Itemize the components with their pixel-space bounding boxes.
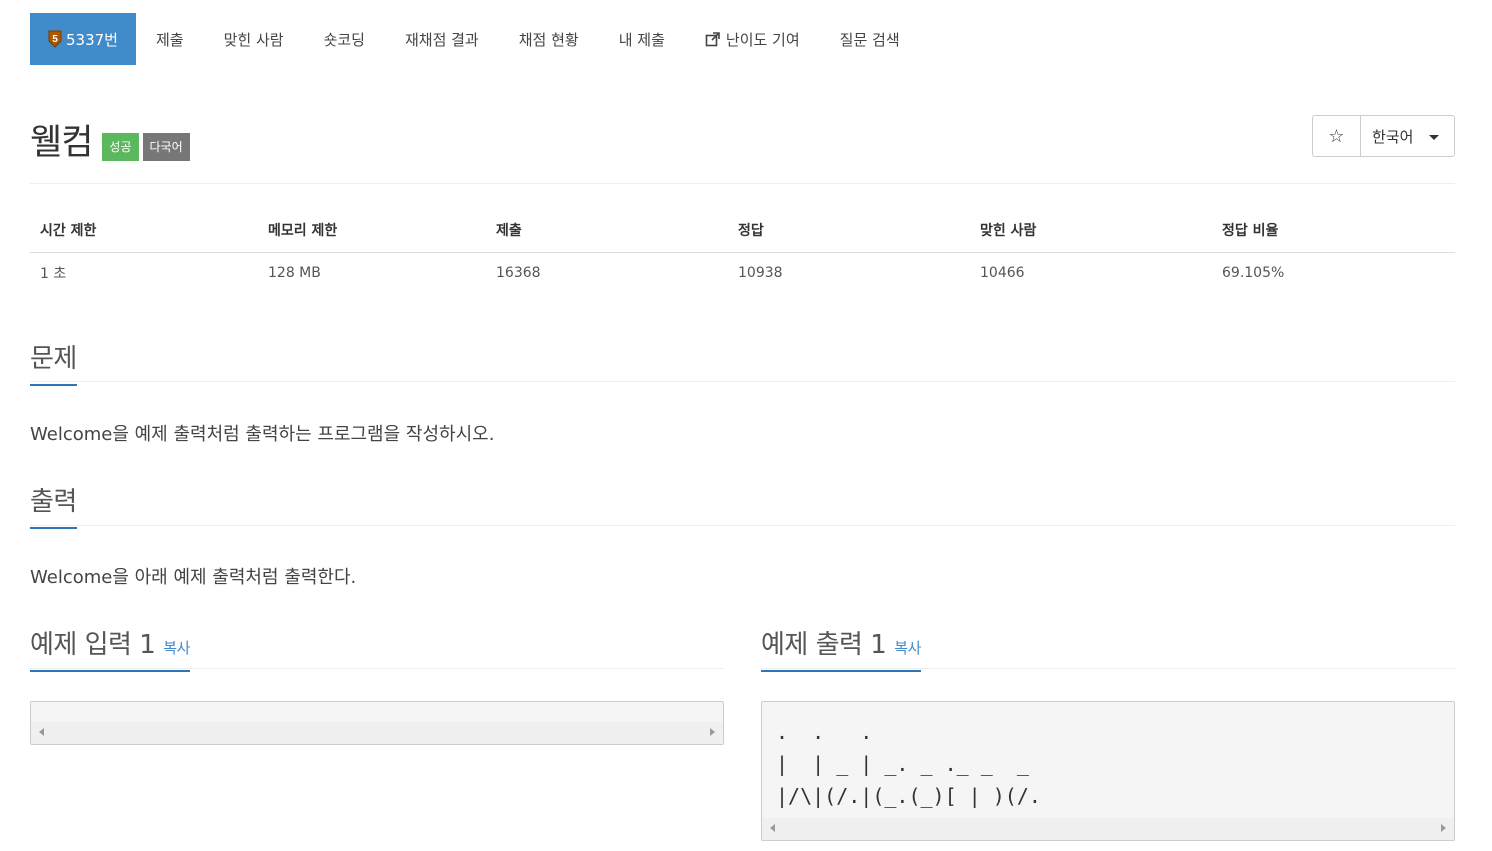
star-button[interactable]: ☆ xyxy=(1313,116,1361,156)
page-title: 웰컴 xyxy=(30,123,93,163)
caret-down-icon xyxy=(1429,134,1440,140)
problem-section-header: 문제 xyxy=(30,338,77,386)
table-header-row: 시간 제한 메모리 제한 제출 정답 맞힌 사람 정답 비율 xyxy=(30,208,1455,253)
value-time-limit: 1 초 xyxy=(40,266,67,283)
sample-input-heading: 예제 입력 1 복사 xyxy=(30,624,190,672)
tab-rejudge[interactable]: 재채점 결과 xyxy=(385,13,499,65)
tab-my-submissions[interactable]: 내 제출 xyxy=(599,13,685,65)
header-accept-ratio: 정답 비율 xyxy=(1212,208,1455,253)
problem-info-table: 시간 제한 메모리 제한 제출 정답 맞힌 사람 정답 비율 1 초 128 M… xyxy=(30,208,1455,294)
sample-output-header: 예제 출력 1 복사 xyxy=(761,624,921,672)
value-submissions: 16368 xyxy=(496,265,541,282)
value-accepted: 10938 xyxy=(738,265,783,282)
language-dropdown[interactable]: 한국어 xyxy=(1361,116,1454,156)
scroll-left-icon[interactable] xyxy=(770,824,775,832)
value-accept-ratio: 69.105% xyxy=(1222,265,1285,282)
sample-output-content: . . . | | _ | _. _ ._ _ _ |/\|(/.|(_.(_)… xyxy=(776,720,1041,808)
output-section-header: 출력 xyxy=(30,481,77,529)
language-label: 한국어 xyxy=(1372,127,1414,146)
section-divider xyxy=(30,525,1455,526)
value-memory-limit: 128 MB xyxy=(268,265,321,282)
tab-status[interactable]: 채점 현황 xyxy=(499,13,599,65)
status-badge-success: 성공 xyxy=(102,132,139,161)
value-solvers: 10466 xyxy=(980,265,1025,282)
header-submissions: 제출 xyxy=(486,208,728,253)
star-icon: ☆ xyxy=(1328,125,1345,147)
tier-bronze-icon: 5 xyxy=(48,30,62,48)
scroll-left-icon[interactable] xyxy=(39,728,44,736)
svg-text:5: 5 xyxy=(52,34,58,45)
header-solvers: 맞힌 사람 xyxy=(970,208,1212,253)
divider xyxy=(30,183,1455,184)
header-accepted: 정답 xyxy=(728,208,970,253)
tab-problem-label: 5337번 xyxy=(66,30,118,49)
tab-difficulty-label: 난이도 기여 xyxy=(725,30,800,49)
tab-problem[interactable]: 5 5337번 xyxy=(30,13,136,65)
problem-description: Welcome을 예제 출력처럼 출력하는 프로그램을 작성하시오. xyxy=(30,424,495,445)
copy-input-link[interactable]: 복사 xyxy=(163,639,190,657)
copy-output-link[interactable]: 복사 xyxy=(894,639,921,657)
output-heading: 출력 xyxy=(30,481,77,529)
problem-nav: 5 5337번 제출 맞힌 사람 숏코딩 재채점 결과 채점 현황 내 제출 난… xyxy=(30,13,920,65)
tab-question-search[interactable]: 질문 검색 xyxy=(820,13,920,65)
scroll-right-icon[interactable] xyxy=(1441,824,1446,832)
external-link-icon xyxy=(705,31,721,47)
sample-output-title: 예제 출력 1 xyxy=(761,630,887,660)
sample-output-box: . . . | | _ | _. _ ._ _ _ |/\|(/.|(_.(_)… xyxy=(761,701,1455,841)
sample-input-content xyxy=(31,702,723,716)
table-row: 1 초 128 MB 16368 10938 10466 69.105% xyxy=(30,252,1455,294)
section-divider xyxy=(30,381,1455,382)
status-badge-multilang[interactable]: 다국어 xyxy=(142,132,190,161)
tab-submit[interactable]: 제출 xyxy=(136,13,204,65)
sample-input-header: 예제 입력 1 복사 xyxy=(30,624,190,672)
problem-heading: 문제 xyxy=(30,338,77,386)
sample-input-title: 예제 입력 1 xyxy=(30,630,156,660)
tab-difficulty-contribution[interactable]: 난이도 기여 xyxy=(685,13,820,65)
sample-input-box xyxy=(30,701,724,745)
horizontal-scrollbar[interactable] xyxy=(31,722,723,744)
header-time-limit: 시간 제한 xyxy=(30,208,258,253)
output-description: Welcome을 아래 예제 출력처럼 출력한다. xyxy=(30,567,357,588)
tab-solvers[interactable]: 맞힌 사람 xyxy=(204,13,304,65)
title-row: 웰컴 성공 다국어 xyxy=(30,114,190,165)
problem-toolbar: ☆ 한국어 xyxy=(1312,115,1455,157)
sample-output-heading: 예제 출력 1 복사 xyxy=(761,624,921,672)
horizontal-scrollbar[interactable] xyxy=(762,818,1454,840)
scroll-right-icon[interactable] xyxy=(710,728,715,736)
header-memory-limit: 메모리 제한 xyxy=(258,208,486,253)
tab-short-coding[interactable]: 숏코딩 xyxy=(304,13,385,65)
